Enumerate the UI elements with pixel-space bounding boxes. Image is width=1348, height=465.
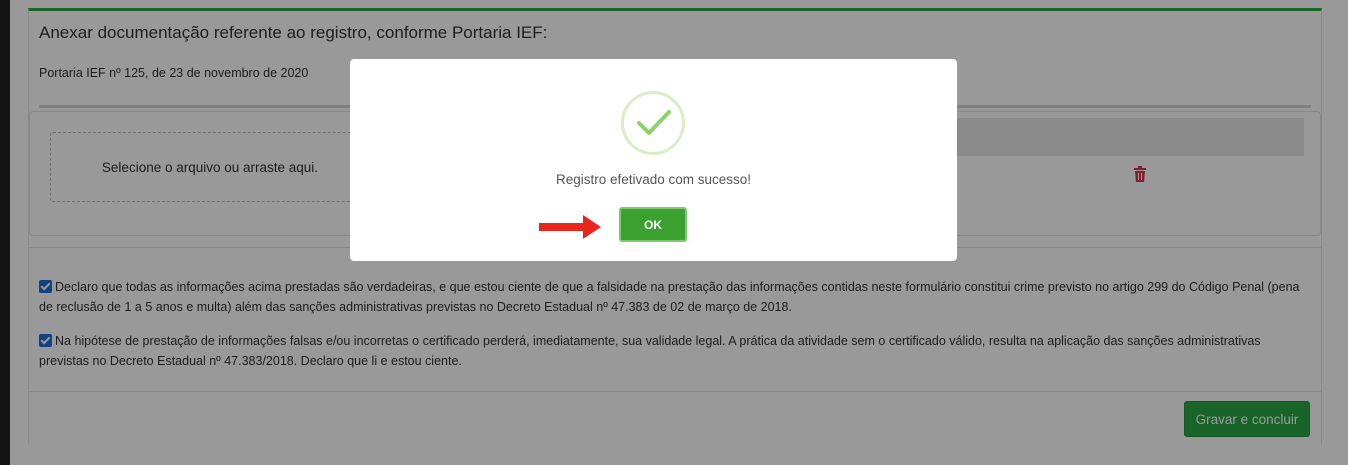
dialog-message: Registro efetivado com sucesso! xyxy=(555,172,752,187)
arrow-right-icon xyxy=(539,215,601,239)
success-dialog: Registro efetivado com sucesso! OK xyxy=(350,59,957,261)
success-check-icon xyxy=(621,91,685,155)
ok-button[interactable]: OK xyxy=(619,207,687,242)
